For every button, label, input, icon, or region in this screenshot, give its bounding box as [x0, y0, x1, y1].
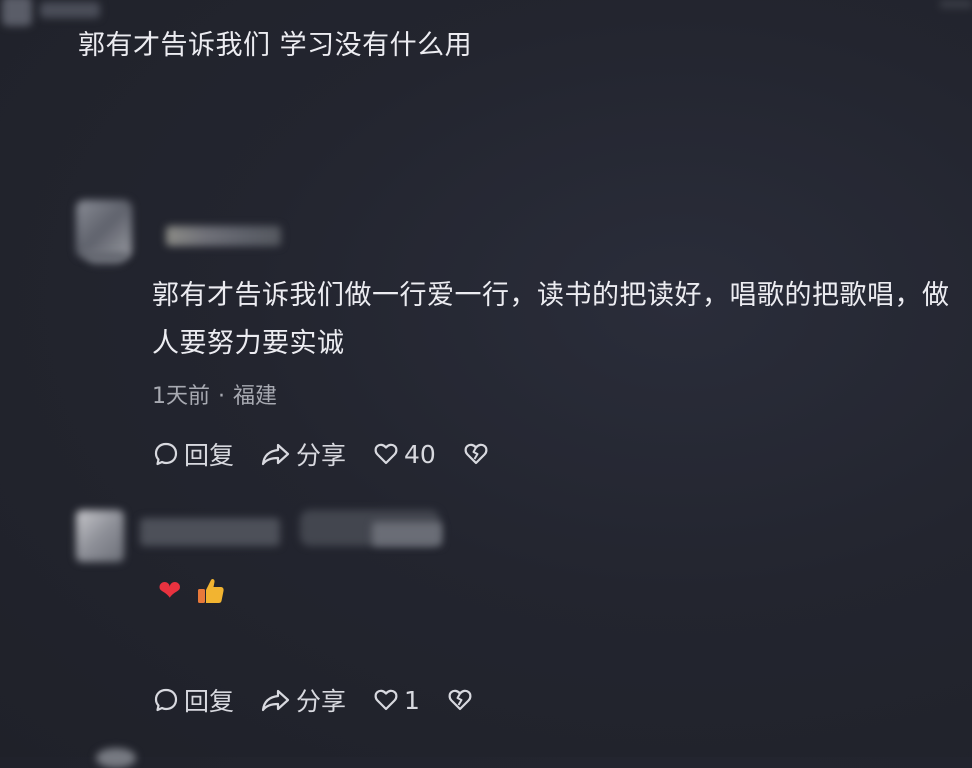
reply-bubble-icon: [154, 442, 178, 466]
share-button[interactable]: 分享: [260, 436, 346, 472]
avatar[interactable]: [96, 748, 136, 768]
heart-outline-icon: [374, 689, 398, 711]
thumbs-up-icon: [198, 578, 225, 603]
like-count: 40: [404, 439, 436, 469]
comment-actions: 回复 分享 40: [152, 436, 516, 472]
username-blurred[interactable]: [40, 2, 100, 18]
dislike-button[interactable]: [446, 686, 474, 714]
avatar-shadow: [84, 252, 128, 264]
avatar[interactable]: [76, 510, 124, 562]
share-label: 分享: [296, 687, 347, 716]
reply-bubble-icon: [154, 688, 178, 712]
reply-label: 回复: [184, 687, 235, 716]
reply-label: 回复: [184, 441, 235, 470]
meta-separator: ·: [218, 384, 225, 409]
heart-outline-icon: [374, 443, 398, 465]
avatar[interactable]: [76, 200, 132, 258]
avatar[interactable]: [2, 0, 32, 26]
dislike-button[interactable]: [462, 440, 490, 468]
reply-button[interactable]: 回复: [152, 436, 234, 472]
emoji-comment: ❤: [158, 574, 241, 608]
username-blurred[interactable]: [166, 226, 281, 246]
username-blurred[interactable]: [140, 518, 280, 546]
like-button[interactable]: 40: [372, 440, 436, 469]
comment-meta: 1天前 · 福建: [152, 378, 277, 410]
username-blurred: [372, 522, 442, 546]
comment-text: 郭有才告诉我们 学习没有什么用: [78, 30, 473, 61]
reply-button[interactable]: 回复: [152, 682, 234, 718]
broken-heart-icon: [448, 689, 472, 711]
comment-actions: 回复 分享 1: [152, 682, 500, 718]
share-button[interactable]: 分享: [260, 682, 346, 718]
like-button[interactable]: 1: [372, 686, 420, 715]
comment-text: 郭有才告诉我们做一行爱一行，读书的把读好，唱歌的把歌唱，做人要努力要实诚: [152, 280, 950, 359]
share-arrow-icon: [261, 689, 290, 712]
comment-location: 福建: [233, 384, 278, 409]
share-label: 分享: [296, 441, 347, 470]
red-heart-icon: ❤: [158, 574, 182, 607]
comment-time: 1天前: [152, 384, 210, 409]
broken-heart-icon: [464, 443, 488, 465]
share-arrow-icon: [261, 443, 290, 466]
like-count: 1: [404, 685, 420, 715]
decorative-blur: [940, 0, 972, 8]
